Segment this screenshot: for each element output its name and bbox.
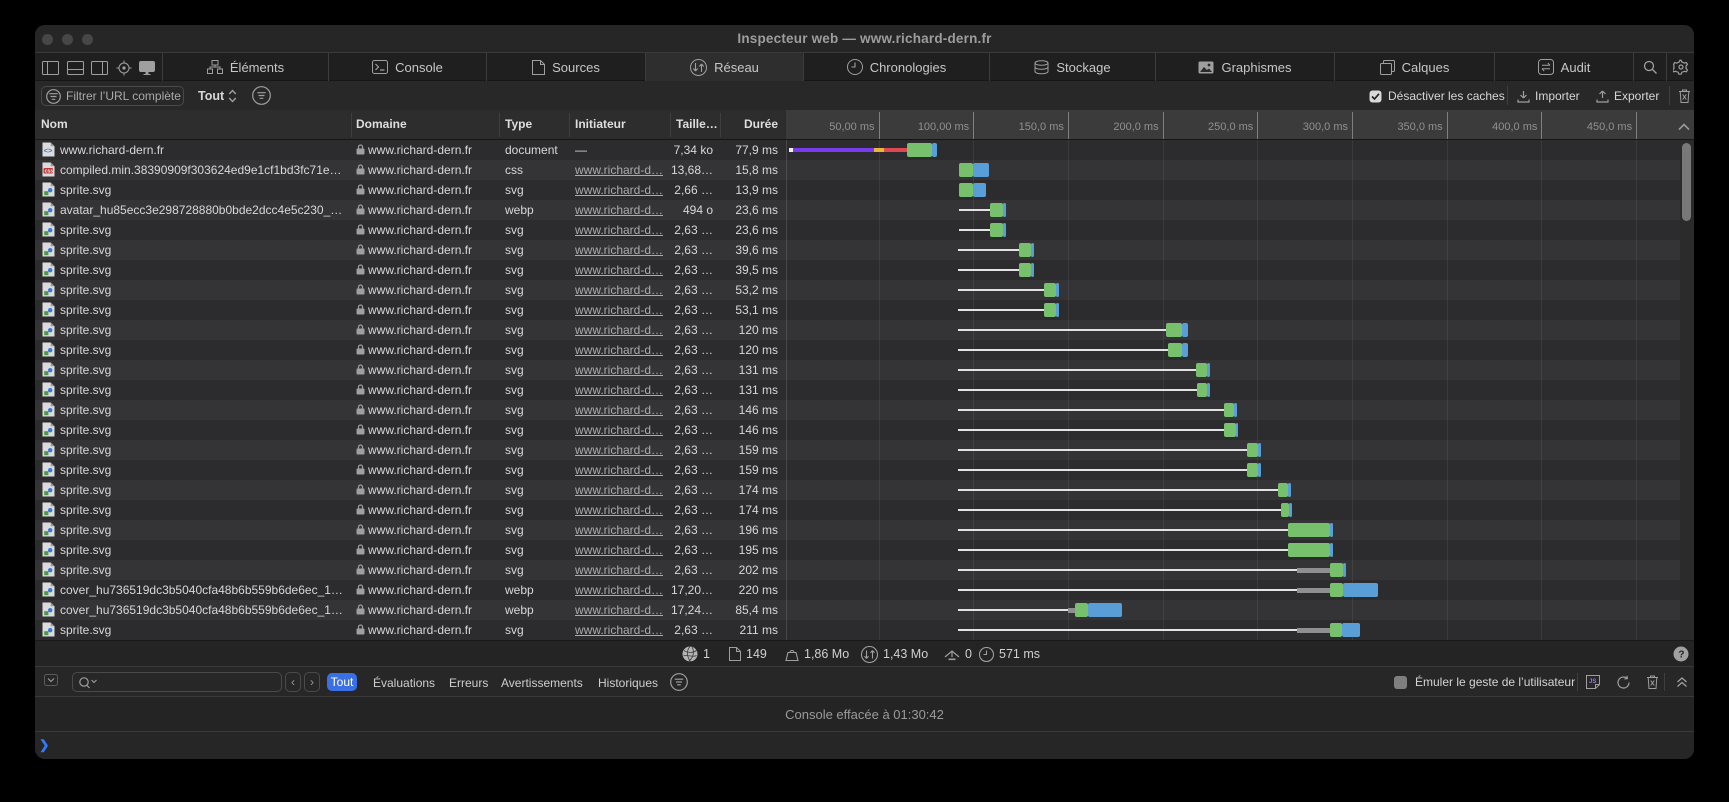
svg-text:?: ? — [1678, 649, 1684, 660]
svg-text:css: css — [45, 168, 54, 174]
svg-text:JS: JS — [1589, 679, 1596, 685]
svg-text:<>: <> — [44, 146, 53, 155]
